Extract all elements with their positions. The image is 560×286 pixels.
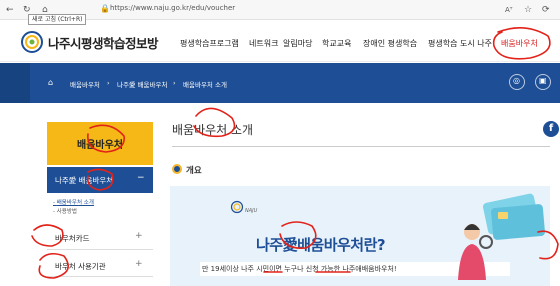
promo-title: 나주愛배움바우처란? (256, 236, 386, 254)
banner-left-block (0, 63, 30, 103)
sidebar-link-intro[interactable]: - 배움바우처 소개 (53, 198, 94, 206)
section-heading: 개요 (186, 166, 202, 176)
breadcrumb-separator: › (173, 79, 176, 87)
expand-icon: + (135, 259, 143, 269)
address-bar[interactable]: https://www.naju.go.kr/edu/voucher (110, 4, 235, 12)
nav-network[interactable]: 네트워크 (249, 38, 278, 49)
favorite-star-icon[interactable]: ☆ (524, 5, 532, 15)
nav-disabled-education[interactable]: 장애인 평생학습 (363, 38, 417, 49)
nav-school-education[interactable]: 학교교육 (322, 38, 351, 49)
nav-voucher[interactable]: 배움바우처 (501, 38, 538, 49)
breadcrumb-item[interactable]: 나주愛 배움바우처 (117, 79, 167, 89)
reload-tooltip: 새로 고침 (Ctrl+R) (28, 14, 87, 25)
read-aloud-icon[interactable]: Aᵀ (505, 5, 512, 15)
print-icon: ▣ (539, 76, 547, 85)
breadcrumb-separator: › (107, 79, 110, 87)
promo-subtitle: 만 19세이상 나주 시민이면 누구나 신청 가능한 나주애배움바우처! (202, 265, 397, 273)
facebook-share-icon[interactable]: f (543, 121, 559, 137)
nav-notice[interactable]: 알림마당 (283, 38, 312, 49)
sidebar-item-label: 바우처카드 (55, 234, 90, 243)
lock-icon: 🔒 (100, 4, 110, 13)
refresh-page-icon[interactable]: ⟳ (542, 5, 550, 15)
breadcrumb-home-icon[interactable]: ⌂ (48, 78, 53, 87)
collapse-icon[interactable]: − (137, 173, 145, 183)
back-icon[interactable]: ← (6, 5, 14, 15)
site-title[interactable]: 나주시평생학습정보방 (48, 33, 159, 52)
sidebar-item-label: 나주愛 배움바우처 (55, 176, 114, 185)
site-logo[interactable] (20, 30, 44, 54)
title-divider (172, 146, 550, 147)
breadcrumb-item[interactable]: 배움바우처 (70, 79, 100, 89)
sidebar-link-usage[interactable]: - 사용방법 (53, 207, 77, 215)
naju-logo-small (230, 200, 244, 214)
page-title: 배움바우처 소개 (172, 123, 254, 137)
share-icon: ◎ (513, 76, 520, 85)
sidebar-link-label: 사용방법 (56, 209, 77, 215)
promo-brand: NAJU (245, 208, 258, 214)
nav-lifelong-programs[interactable]: 평생학습프로그램 (180, 38, 239, 49)
breadcrumb-item[interactable]: 배움바우처 소개 (183, 79, 227, 89)
sidebar-link-label: 배움바우처 소개 (56, 200, 94, 206)
sidebar-item-label: 바우처 사용기관 (55, 262, 106, 271)
voucher-card-illustration (458, 193, 545, 280)
nav-learning-city[interactable]: 평생학습 도시 나주 (428, 38, 492, 49)
expand-icon: + (135, 231, 143, 241)
section-bullet-icon (172, 164, 182, 174)
sidebar-heading: 배움바우처 (77, 140, 123, 151)
